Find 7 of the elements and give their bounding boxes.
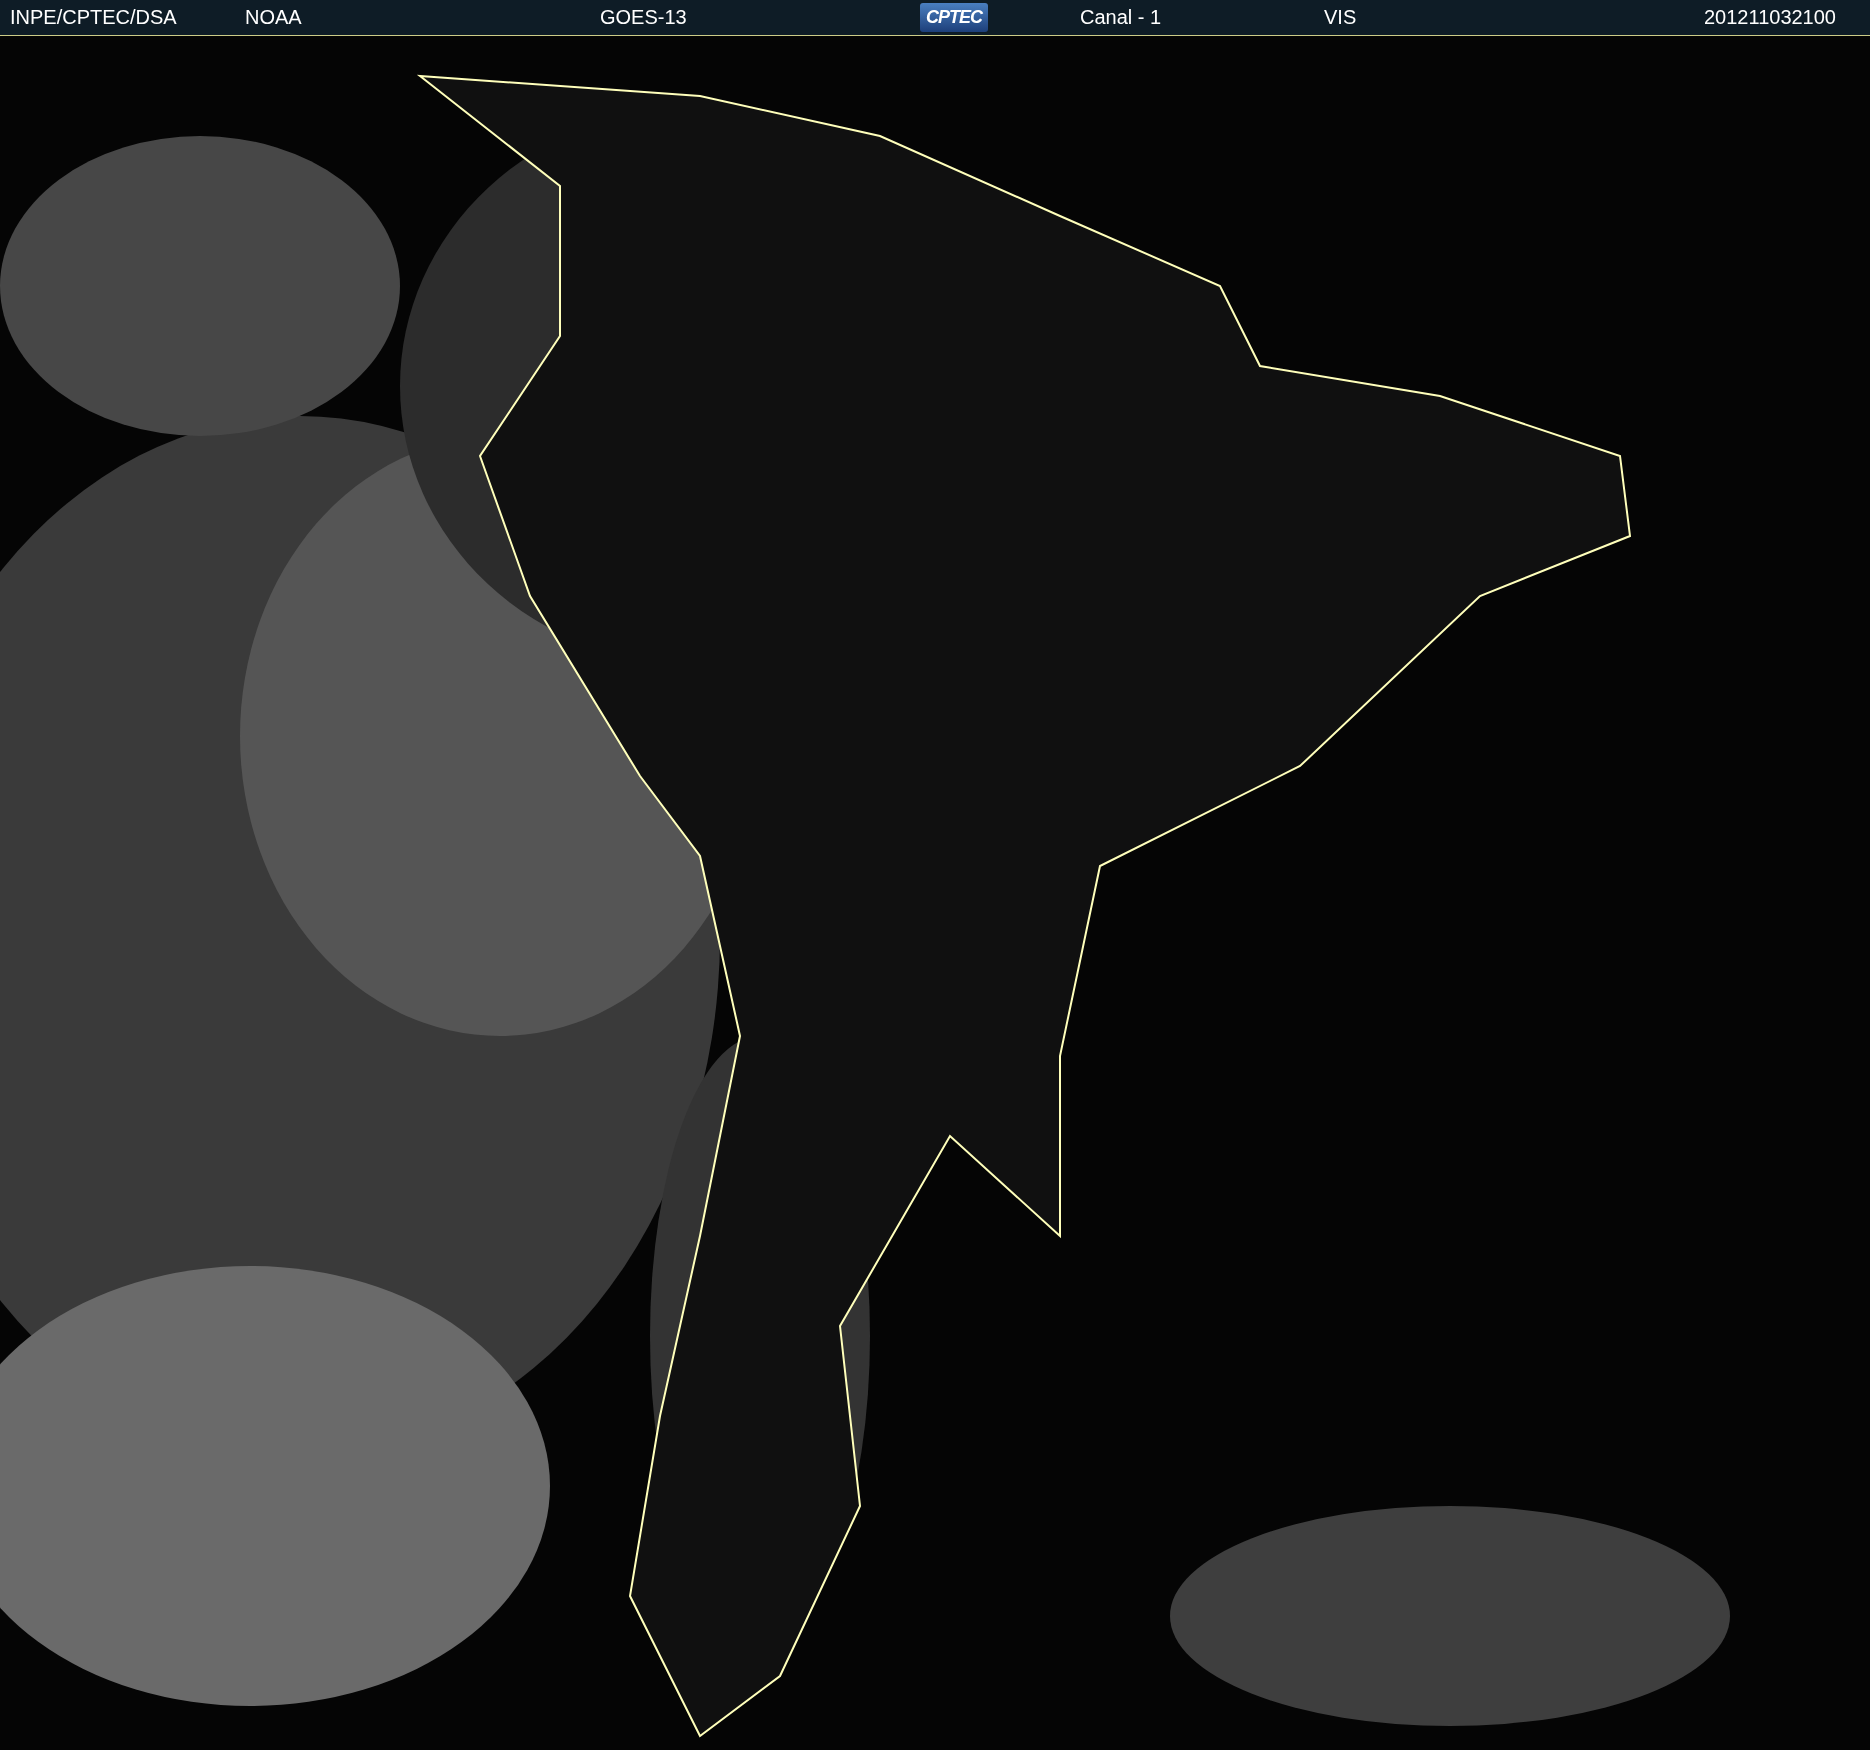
agency-label: NOAA (245, 6, 302, 29)
satellite-label: GOES-13 (600, 6, 687, 29)
logo: CPTEC (920, 3, 988, 32)
timestamp-label: 201211032100 (1704, 6, 1836, 29)
source-label: INPE/CPTEC/DSA (10, 6, 177, 29)
channel-label: Canal - 1 (1080, 6, 1162, 29)
band-label: VIS (1324, 6, 1357, 29)
